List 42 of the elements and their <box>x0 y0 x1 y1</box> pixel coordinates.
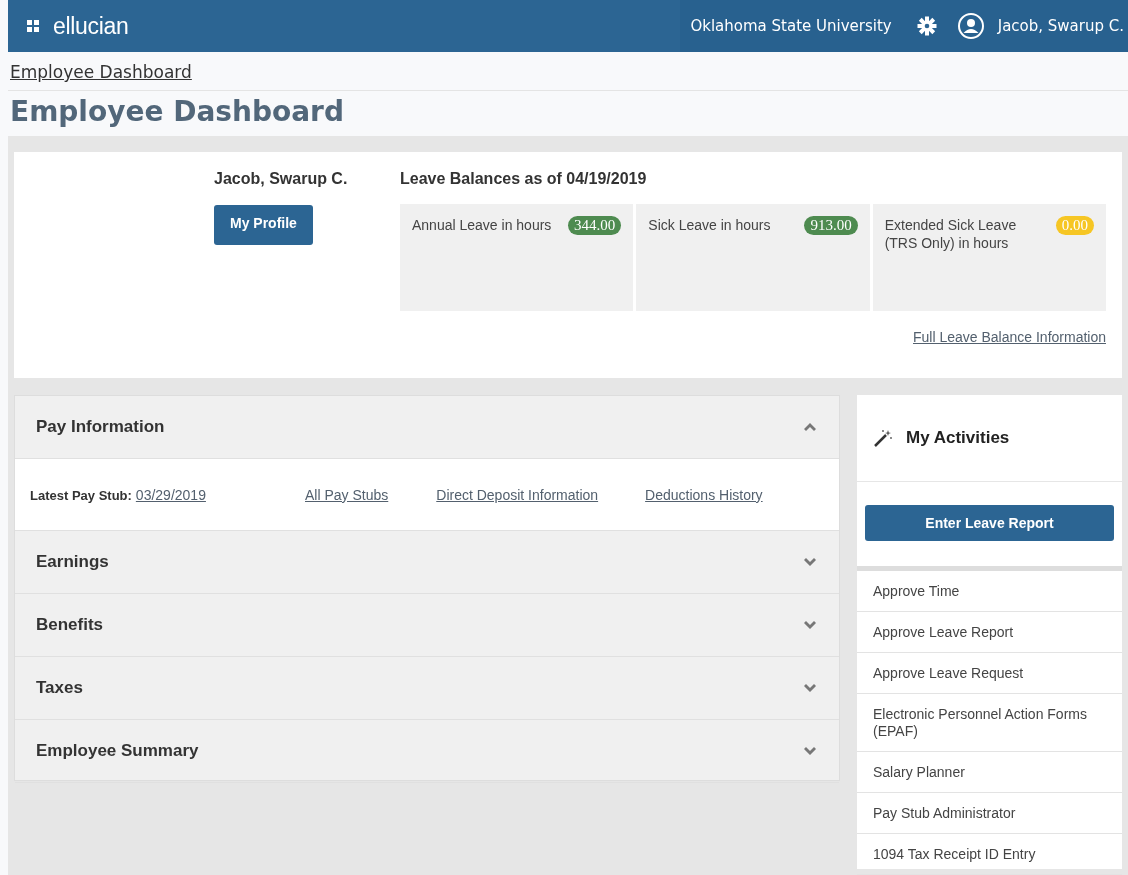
pay-stub-label: Latest Pay Stub: <box>30 487 132 503</box>
activity-link[interactable]: Electronic Personnel Action Forms (EPAF) <box>857 694 1122 752</box>
leave-type-label: Sick Leave in hours <box>648 216 771 234</box>
employee-name: Jacob, Swarup C. <box>214 170 349 188</box>
pay-link[interactable]: All Pay Stubs <box>305 486 389 503</box>
activity-link[interactable]: Salary Planner <box>857 752 1122 793</box>
leave-balances-title: Leave Balances as of 04/19/2019 <box>400 170 648 188</box>
activity-link[interactable]: Approve Leave Report <box>857 612 1122 653</box>
section-title: Pay Information <box>36 417 165 437</box>
magic-wand-icon <box>873 429 893 447</box>
pay-stub-date-link[interactable]: 03/29/2019 <box>135 486 206 503</box>
activity-link[interactable]: Approve Leave Request <box>857 653 1122 694</box>
pay-link[interactable]: Deductions History <box>645 486 763 503</box>
page-title: Employee Dashboard <box>10 95 345 128</box>
menu-icon[interactable] <box>27 20 39 32</box>
leave-type-label: Annual Leave in hours <box>412 216 552 234</box>
section-header[interactable]: Benefits <box>15 594 839 657</box>
full-leave-link[interactable]: Full Leave Balance Information <box>913 329 1106 345</box>
activities-title: My Activities <box>906 428 1010 448</box>
section-header[interactable]: Earnings <box>15 531 839 594</box>
settings-icon[interactable] <box>916 16 937 36</box>
activity-link[interactable]: 1094 Tax Receipt ID Entry <box>857 834 1122 875</box>
section-header[interactable]: Employee Summary <box>15 720 839 783</box>
profile-button[interactable]: My Profile <box>214 205 313 245</box>
section-header[interactable]: Taxes <box>15 657 839 720</box>
user-name[interactable]: Jacob, Swarup C. <box>997 17 1128 35</box>
section-title: Benefits <box>36 615 104 635</box>
balance-badge: 344.00 <box>568 216 622 235</box>
enter-leave-report-button[interactable]: Enter Leave Report <box>865 505 1114 541</box>
institution-name: Oklahoma State University <box>689 17 893 35</box>
balance-badge: 0.00 <box>1055 216 1094 235</box>
pay-link[interactable]: Direct Deposit Information <box>436 486 599 503</box>
breadcrumb-link[interactable]: Employee Dashboard <box>10 62 192 82</box>
leave-type-label: Extended Sick Leave (TRS Only) in hours <box>884 216 1018 252</box>
section-title: Employee Summary <box>36 741 199 761</box>
balance-badge: 913.00 <box>804 216 858 235</box>
section-title: Taxes <box>36 678 83 698</box>
section-title: Earnings <box>36 552 109 572</box>
activity-link[interactable]: Pay Stub Administrator <box>857 793 1122 834</box>
user-icon[interactable] <box>957 13 984 39</box>
brand-logo[interactable]: ellucian <box>53 12 129 40</box>
activity-link[interactable]: Approve Time <box>857 571 1122 612</box>
